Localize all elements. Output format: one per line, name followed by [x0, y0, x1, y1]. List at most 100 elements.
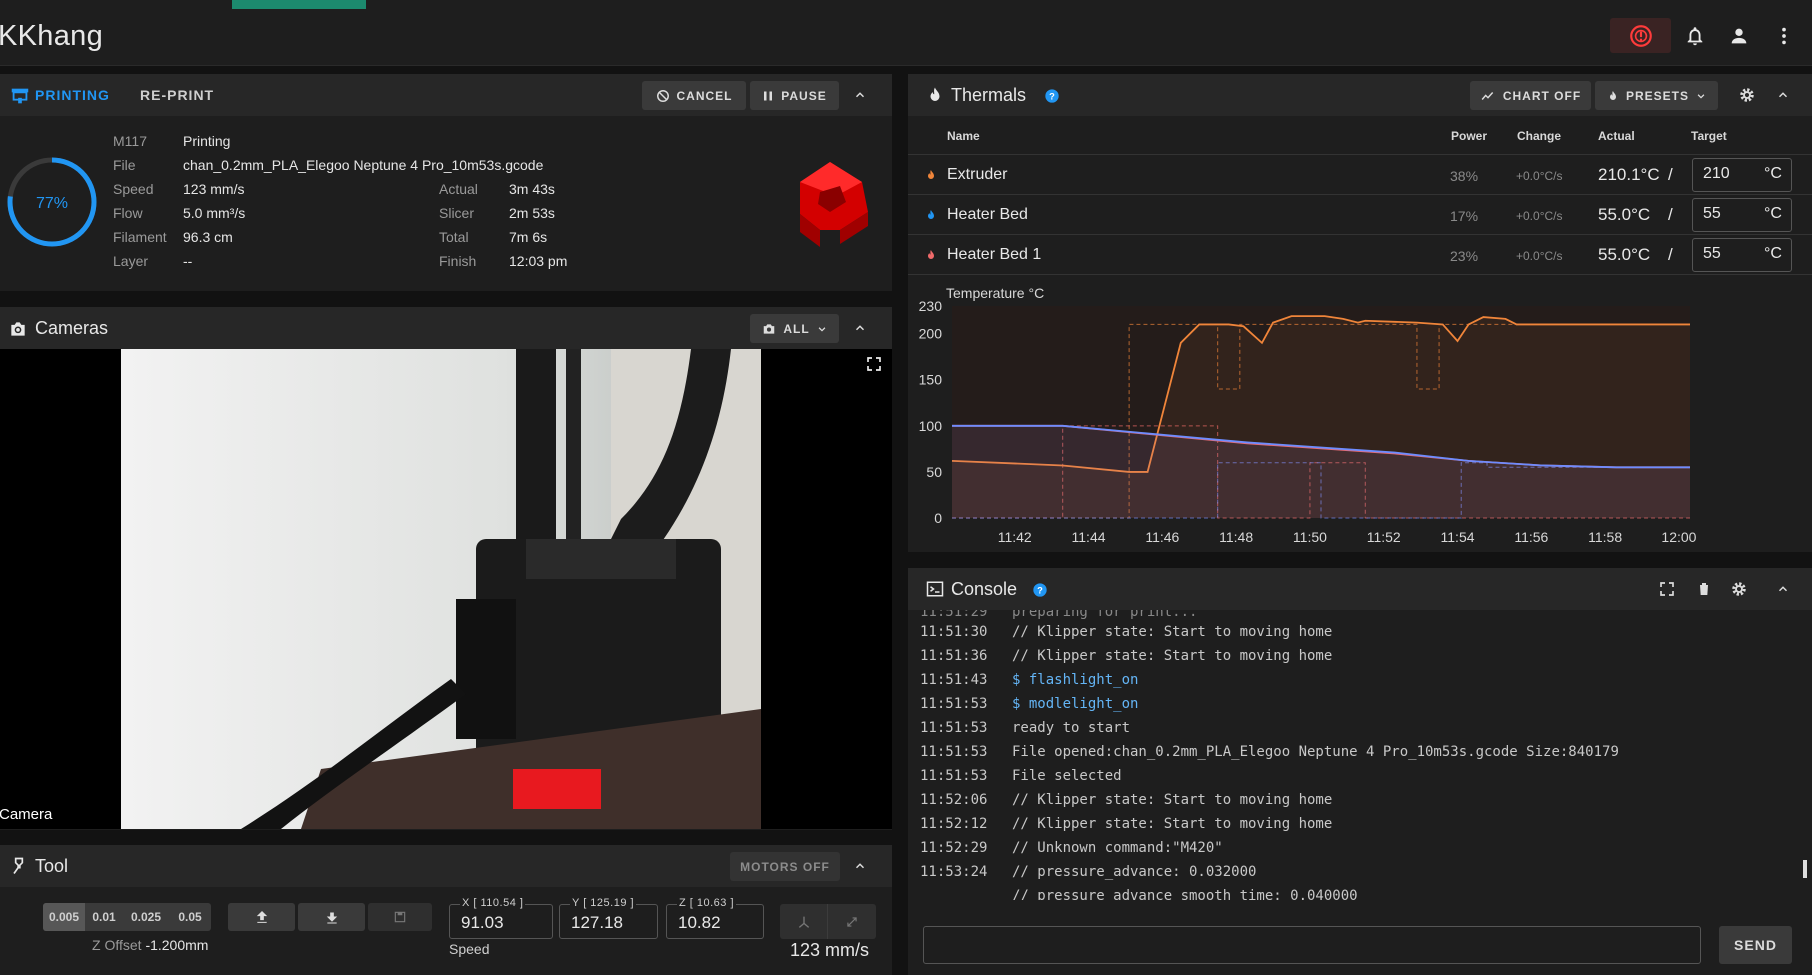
console-line: 11:51:53 $ modlelight_on — [920, 696, 1139, 712]
camera-name-label: Camera — [0, 806, 53, 823]
more-vert-icon[interactable] — [1772, 24, 1796, 48]
camera-viewport[interactable]: Camera — [0, 349, 892, 829]
tool-card-header: Tool MOTORS OFF — [0, 845, 892, 887]
motors-off-button[interactable]: MOTORS OFF — [730, 852, 840, 881]
slash: / — [1668, 165, 1673, 184]
x-position-value: 91.03 — [461, 913, 504, 932]
account-icon[interactable] — [1727, 24, 1751, 48]
x-tick-label: 11:46 — [1145, 529, 1179, 545]
time-value: 12:03 pm — [509, 253, 568, 269]
console-line: 11:51:43 $ flashlight_on — [920, 672, 1139, 688]
fullscreen-icon[interactable] — [866, 356, 882, 372]
camera-all-dropdown[interactable]: ALL — [750, 314, 839, 343]
info-label: Speed — [113, 181, 154, 197]
time-label: Actual — [439, 181, 478, 197]
z-step-0025[interactable]: 0.025 — [123, 903, 169, 931]
info-label: File — [113, 157, 136, 173]
z-step-001[interactable]: 0.01 — [85, 903, 123, 931]
console-icon — [926, 581, 944, 597]
console-line: 11:51:53 File opened:chan_0.2mm_PLA_Elego… — [920, 744, 1619, 760]
y-position-field[interactable]: Y [ 125.19 ] 127.18 — [559, 897, 658, 939]
camera-icon — [11, 322, 25, 336]
z-offset-readout: Z Offset -1.200mm — [92, 937, 208, 953]
emergency-stop-button[interactable] — [1610, 18, 1671, 53]
save-icon — [394, 911, 406, 923]
collapse-chevron-icon[interactable] — [851, 857, 869, 875]
heater-actual: 210.1°C — [1598, 165, 1660, 184]
emergency-stop-icon — [1629, 24, 1652, 47]
x-position-field[interactable]: X [ 110.54 ] 91.03 — [449, 897, 553, 939]
presets-dropdown[interactable]: PRESETS — [1595, 81, 1718, 110]
active-tab-indicator — [232, 0, 366, 9]
console-line: 11:52:29// Unknown command:"M420" — [920, 840, 1223, 856]
heater-name[interactable]: Extruder — [947, 166, 1007, 184]
x-tick-label: 11:44 — [1072, 529, 1106, 545]
heater-target-input[interactable]: 55 °C — [1692, 198, 1792, 232]
heater-target-input[interactable]: 210 °C — [1692, 158, 1792, 192]
x-tick-label: 11:42 — [998, 529, 1032, 545]
model-thumbnail — [800, 162, 868, 247]
y-position-label: Y [ 125.19 ] — [570, 897, 637, 909]
cameras-card: Cameras ALL Camera — [0, 307, 892, 830]
svg-text:?: ? — [1049, 91, 1055, 101]
z-step-0005[interactable]: 0.005 — [43, 903, 85, 931]
app-title[interactable]: KKhang — [0, 20, 103, 53]
help-icon[interactable]: ? — [1044, 88, 1060, 104]
expand-button[interactable] — [828, 904, 876, 939]
pause-label: PAUSE — [781, 88, 827, 103]
flame-icon — [928, 210, 934, 219]
heater-target-value: 210 — [1703, 165, 1730, 182]
info-label: M117 — [113, 133, 147, 149]
home-all-button[interactable] — [780, 904, 828, 939]
tab-reprint[interactable]: RE-PRINT — [140, 87, 214, 103]
camera-all-label: ALL — [783, 321, 810, 336]
console-log[interactable]: 11:51:29 preparing for print... 11:51:30/… — [908, 610, 1812, 900]
bell-icon[interactable] — [1683, 24, 1707, 48]
heater-target-value: 55 — [1703, 245, 1721, 262]
y-tick-label: 100 — [919, 418, 943, 434]
camera-small-icon — [764, 323, 775, 334]
info-value: Printing — [183, 133, 231, 149]
z-step-005[interactable]: 0.05 — [169, 903, 211, 931]
camera-feed-image — [121, 349, 761, 829]
tab-printing[interactable]: PRINTING — [35, 87, 110, 103]
chart-off-button[interactable]: CHART OFF — [1470, 81, 1591, 110]
z-down-button[interactable] — [298, 903, 365, 931]
heater-change: +0.0°C/s — [1516, 169, 1563, 183]
speed-label: Speed — [449, 941, 490, 957]
console-input[interactable] — [923, 926, 1701, 964]
heater-target-input[interactable]: 55 °C — [1692, 238, 1792, 272]
z-step-group: 0.005 0.01 0.025 0.05 — [43, 903, 211, 931]
heater-actual: 55.0°C — [1598, 205, 1651, 224]
z-save-button[interactable] — [368, 903, 432, 931]
x-tick-label: 11:58 — [1588, 529, 1622, 545]
collapse-chevron-icon[interactable] — [851, 319, 869, 337]
progress-ring: 77% — [7, 157, 97, 247]
collapse-chevron-icon[interactable] — [851, 86, 869, 104]
x-tick-label: 12:00 — [1661, 529, 1696, 545]
cancel-icon — [656, 89, 669, 102]
flame-icon — [928, 170, 934, 179]
z-position-label: Z [ 10.63 ] — [677, 897, 737, 909]
fullscreen-icon[interactable] — [1659, 581, 1675, 597]
home-button-group — [780, 904, 876, 939]
collapse-chevron-icon[interactable] — [1774, 86, 1792, 104]
console-line: 11:51:36// Klipper state: Start to movin… — [920, 648, 1333, 664]
gear-icon[interactable] — [1738, 86, 1756, 104]
scrollbar[interactable] — [1803, 860, 1807, 878]
console-line: 11:52:06// Klipper state: Start to movin… — [920, 792, 1333, 808]
heater-name[interactable]: Heater Bed 1 — [947, 246, 1041, 264]
pause-button[interactable]: PAUSE — [750, 81, 839, 110]
x-position-label: X [ 110.54 ] — [460, 897, 526, 909]
info-value: -- — [183, 253, 193, 269]
z-up-button[interactable] — [228, 903, 295, 931]
cancel-button[interactable]: CANCEL — [642, 81, 746, 110]
z-position-field[interactable]: Z [ 10.63 ] 10.82 — [666, 897, 764, 939]
heater-row: Heater Bed 1 23% +0.0°C/s 55.0°C / 55 °C — [908, 235, 1812, 275]
gear-icon[interactable] — [1730, 580, 1748, 598]
help-icon[interactable]: ? — [1032, 582, 1048, 598]
trash-icon[interactable] — [1696, 580, 1712, 598]
collapse-chevron-icon[interactable] — [1774, 580, 1792, 598]
heater-name[interactable]: Heater Bed — [947, 206, 1028, 224]
send-button[interactable]: SEND — [1719, 926, 1792, 964]
